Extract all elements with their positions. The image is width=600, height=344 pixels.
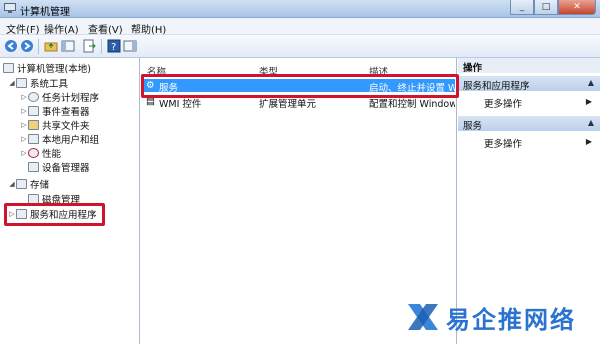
submenu-arrow-icon: ▶	[585, 137, 592, 146]
collapsed-triangle-icon[interactable]: ▷	[20, 93, 28, 101]
computer-management-icon	[4, 3, 16, 13]
tools-icon	[16, 77, 27, 88]
device-manager-icon	[28, 161, 39, 172]
menu-action[interactable]: 操作(A)	[44, 21, 79, 36]
more-actions-link[interactable]: 更多操作	[484, 96, 522, 110]
highlight-services-row	[141, 74, 459, 98]
up-folder-icon[interactable]	[44, 39, 58, 53]
performance-icon	[28, 147, 39, 158]
toolbar-separator	[101, 39, 102, 54]
watermark-logo-icon	[408, 304, 438, 330]
title-bar: 计算机管理 _ □ ✕	[0, 0, 600, 18]
menu-help[interactable]: 帮助(H)	[131, 21, 166, 36]
window-title: 计算机管理	[20, 7, 70, 18]
menu-file[interactable]: 文件(F)	[6, 21, 40, 36]
show-hide-tree-icon[interactable]	[61, 39, 75, 53]
help-icon[interactable]: ?	[107, 39, 121, 53]
expanded-triangle-icon[interactable]: ◢	[8, 180, 16, 188]
tree-item-performance[interactable]: ▷ 性能	[20, 146, 61, 160]
forward-arrow-icon[interactable]	[20, 39, 34, 53]
row-description: 配置和控制 Windows	[369, 99, 455, 110]
row-type: 扩展管理单元	[259, 99, 317, 110]
collapsed-triangle-icon[interactable]: ▷	[20, 121, 28, 129]
expanded-triangle-icon[interactable]: ◢	[8, 79, 16, 87]
tree-item-event-viewer[interactable]: ▷ 事件查看器	[20, 104, 90, 118]
tree-item-system-tools[interactable]: ◢ 系统工具	[8, 76, 68, 90]
window-controls: _ □ ✕	[510, 0, 596, 16]
watermark-text: 易企推网络	[446, 304, 576, 334]
tree-item-shared-folders[interactable]: ▷ 共享文件夹	[20, 118, 90, 132]
event-log-icon	[28, 105, 39, 116]
menu-bar: 文件(F) 操作(A) 查看(V) 帮助(H)	[0, 18, 600, 36]
users-icon	[28, 133, 39, 144]
shared-folder-icon	[28, 119, 39, 130]
collapsed-triangle-icon[interactable]: ▷	[20, 107, 28, 115]
tree-item-task-scheduler[interactable]: ▷ 任务计划程序	[20, 90, 99, 104]
collapsed-triangle-icon[interactable]: ▷	[20, 135, 28, 143]
disk-icon	[28, 193, 39, 204]
storage-icon	[16, 178, 27, 189]
collapse-up-icon[interactable]: ▲	[588, 118, 594, 127]
svg-text:?: ?	[111, 42, 116, 53]
actions-section-services[interactable]: 服务 ▲	[458, 116, 600, 132]
actions-section-services-apps[interactable]: 服务和应用程序 ▲	[458, 76, 600, 92]
collapsed-triangle-icon[interactable]: ▷	[20, 149, 28, 157]
tree-item-device-manager[interactable]: 设备管理器	[28, 160, 90, 174]
computer-icon	[3, 62, 14, 73]
back-arrow-icon[interactable]	[4, 39, 18, 53]
more-actions-link[interactable]: 更多操作	[484, 136, 522, 150]
tree-item-storage[interactable]: ◢ 存储	[8, 177, 49, 191]
show-action-pane-icon[interactable]	[123, 39, 137, 53]
toolbar-separator	[38, 39, 39, 54]
export-list-icon[interactable]	[82, 39, 96, 53]
toolbar: ?	[0, 35, 600, 58]
clock-icon	[28, 91, 39, 102]
collapse-up-icon[interactable]: ▲	[588, 78, 594, 87]
actions-header: 操作	[458, 58, 600, 74]
navigation-tree: 计算机管理(本地) ◢ 系统工具 ▷ 任务计划程序 ▷ 事件查看器 ▷ 共享文件…	[0, 58, 140, 344]
minimize-button[interactable]: _	[510, 0, 534, 15]
maximize-button[interactable]: □	[534, 0, 558, 15]
submenu-arrow-icon: ▶	[585, 97, 592, 106]
menu-view[interactable]: 查看(V)	[88, 21, 123, 36]
highlight-services-apps-node	[4, 203, 105, 226]
tree-item-local-users[interactable]: ▷ 本地用户和组	[20, 132, 99, 146]
tree-item-root[interactable]: 计算机管理(本地)	[3, 61, 91, 75]
row-name: WMI 控件	[159, 99, 202, 110]
watermark: 易企推网络	[406, 294, 596, 340]
close-button[interactable]: ✕	[558, 0, 596, 15]
